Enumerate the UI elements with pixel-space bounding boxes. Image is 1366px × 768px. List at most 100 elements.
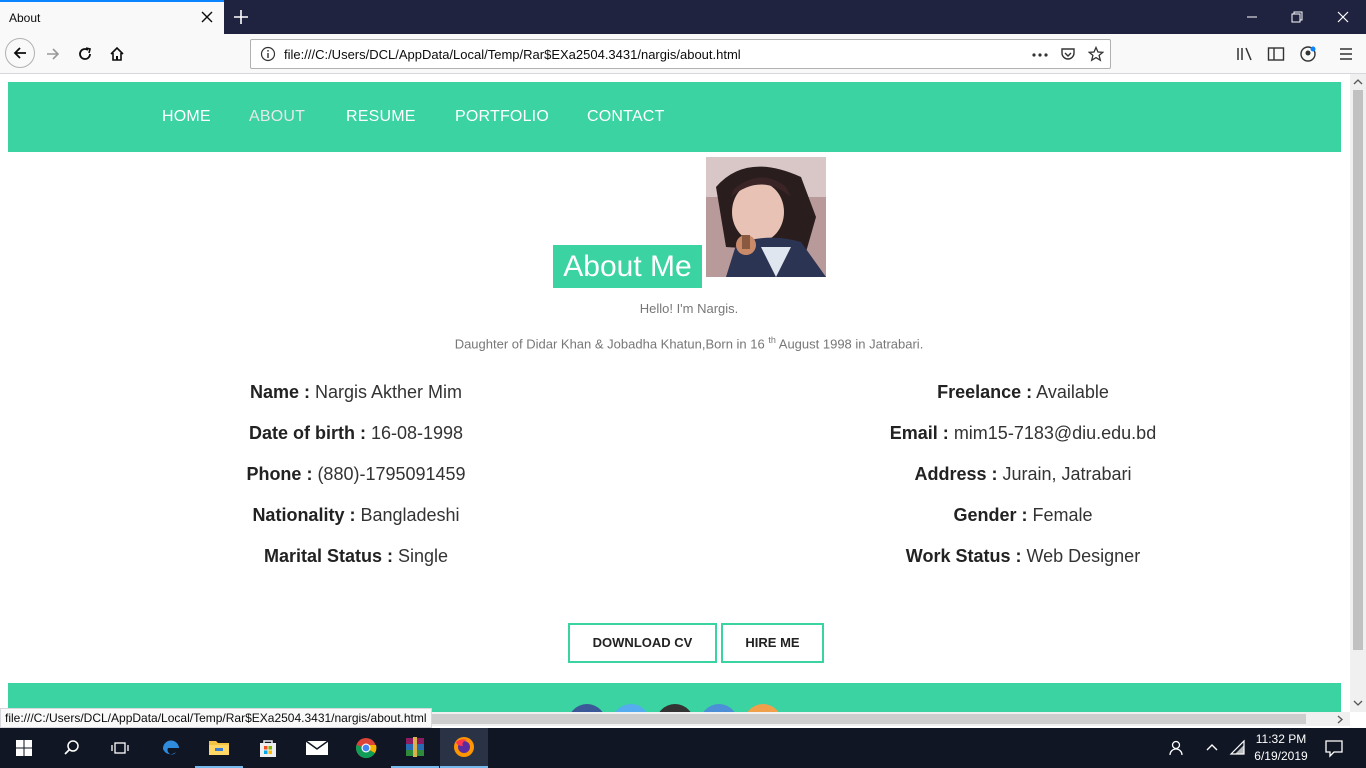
about-title: About Me (553, 245, 702, 288)
info-work-status: Work Status : Web Designer (823, 546, 1223, 567)
nav-about[interactable]: ABOUT (249, 108, 305, 126)
info-icon[interactable] (260, 46, 276, 62)
more-icon[interactable] (1031, 47, 1049, 63)
nav-portfolio[interactable]: PORTFOLIO (455, 108, 549, 126)
site-navbar: HOME ABOUT RESUME PORTFOLIO CONTACT (8, 82, 1341, 152)
horizontal-scrollbar[interactable] (430, 712, 1350, 726)
status-bar-url: file:///C:/Users/DCL/AppData/Local/Temp/… (0, 708, 432, 728)
nav-home[interactable]: HOME (162, 108, 211, 126)
bookmark-star-icon[interactable] (1088, 46, 1104, 62)
firefox-icon[interactable] (440, 728, 488, 768)
reload-icon (79, 47, 91, 60)
restore-icon[interactable] (1289, 9, 1305, 25)
url-text[interactable]: file:///C:/Users/DCL/AppData/Local/Temp/… (284, 47, 741, 62)
menu-icon[interactable] (1338, 46, 1354, 62)
sidebar-icon[interactable] (1267, 46, 1285, 62)
info-value: Available (1032, 382, 1109, 402)
search-icon[interactable] (48, 728, 96, 768)
facebook-icon[interactable] (568, 704, 606, 712)
people-icon[interactable] (1168, 739, 1186, 757)
browser-toolbar: file:///C:/Users/DCL/AppData/Local/Temp/… (0, 34, 1366, 74)
scroll-down-icon[interactable] (1353, 699, 1363, 707)
scroll-right-icon[interactable] (1336, 715, 1344, 724)
info-email: Email : mim15-7183@diu.edu.bd (823, 423, 1223, 444)
nav-resume[interactable]: RESUME (346, 108, 416, 126)
reload-button[interactable] (73, 42, 97, 66)
window-close-icon[interactable] (1335, 9, 1351, 25)
taskbar: 11:32 PM 6/19/2019 (0, 728, 1366, 768)
nav-contact[interactable]: CONTACT (587, 108, 665, 126)
back-button[interactable] (5, 38, 35, 68)
info-phone: Phone : (880)-1795091459 (156, 464, 556, 485)
home-button[interactable] (105, 42, 129, 66)
info-dob: Date of birth : 16-08-1998 (156, 423, 556, 444)
wifi-icon[interactable] (1229, 739, 1247, 757)
chrome-icon[interactable] (342, 728, 390, 768)
info-value: Bangladeshi (355, 505, 460, 525)
info-label: Address : (914, 464, 998, 484)
scroll-up-icon[interactable] (1353, 78, 1363, 86)
github-icon[interactable] (656, 704, 694, 712)
info-marital-status: Marital Status : Single (156, 546, 556, 567)
store-icon[interactable] (244, 728, 292, 768)
info-value: Single (392, 546, 449, 566)
back-icon (13, 47, 26, 59)
bio-text: Daughter of Didar Khan & Jobadha Khatun,… (454, 336, 769, 352)
twitter-icon[interactable] (612, 704, 650, 712)
library-icon[interactable] (1236, 46, 1254, 62)
clock-time[interactable]: 11:32 PM (1248, 732, 1314, 746)
hire-me-button[interactable]: HIRE ME (721, 623, 824, 663)
intro-bio: Daughter of Didar Khan & Jobadha Khatun,… (0, 335, 1350, 351)
notification-icon[interactable] (1324, 738, 1344, 758)
clock-date[interactable]: 6/19/2019 (1248, 749, 1314, 763)
download-cv-button[interactable]: DOWNLOAD CV (568, 623, 717, 663)
info-label: Date of birth : (248, 423, 366, 443)
tab-title: About (9, 11, 41, 25)
start-icon[interactable] (0, 728, 48, 768)
info-nationality: Nationality : Bangladeshi (156, 505, 556, 526)
chevron-up-icon[interactable] (1205, 741, 1219, 753)
rss-icon[interactable] (744, 704, 782, 712)
forward-button[interactable] (41, 42, 65, 66)
tab-bar: About (0, 0, 1366, 34)
close-icon[interactable] (200, 10, 214, 24)
forward-icon (47, 48, 60, 60)
info-label: Work Status : (905, 546, 1022, 566)
info-name: Name : Nargis Akther Mim (156, 382, 556, 403)
profile-photo (706, 157, 826, 277)
minimize-icon[interactable] (1244, 9, 1260, 25)
info-label: Freelance : (937, 382, 1033, 402)
info-address: Address : Jurain, Jatrabari (823, 464, 1223, 485)
url-bar[interactable]: file:///C:/Users/DCL/AppData/Local/Temp/… (250, 39, 1111, 69)
info-value: (880)-1795091459 (312, 464, 466, 484)
info-value: mim15-7183@diu.edu.bd (948, 423, 1157, 443)
info-label: Gender : (953, 505, 1028, 525)
intro-greeting: Hello! I'm Nargis. (639, 301, 739, 316)
info-label: Phone : (246, 464, 313, 484)
info-gender: Gender : Female (823, 505, 1223, 526)
page-viewport: HOME ABOUT RESUME PORTFOLIO CONTACT Abou… (0, 74, 1350, 712)
mail-icon[interactable] (293, 728, 341, 768)
account-icon[interactable] (1299, 45, 1317, 63)
info-label: Email : (889, 423, 949, 443)
plus-icon[interactable] (232, 8, 250, 26)
linkedin-icon[interactable] (700, 704, 738, 712)
info-value: 16-08-1998 (365, 423, 464, 443)
file-explorer-icon[interactable] (195, 728, 243, 768)
vertical-scrollbar[interactable] (1350, 74, 1366, 712)
winrar-icon[interactable] (391, 728, 439, 768)
task-view-icon[interactable] (96, 728, 144, 768)
info-value: Nargis Akther Mim (309, 382, 463, 402)
tab-about[interactable]: About (0, 0, 224, 34)
info-label: Marital Status : (263, 546, 393, 566)
pocket-icon[interactable] (1060, 46, 1076, 62)
info-label: Name : (249, 382, 310, 402)
info-value: Jurain, Jatrabari (997, 464, 1132, 484)
bio-text-end: August 1998 in Jatrabari. (775, 336, 924, 352)
info-value: Female (1027, 505, 1093, 525)
info-label: Nationality : (252, 505, 356, 525)
info-value: Web Designer (1021, 546, 1141, 566)
horizontal-scrollbar-thumb[interactable] (432, 714, 1306, 724)
scrollbar-thumb[interactable] (1353, 90, 1363, 650)
edge-icon[interactable] (147, 728, 195, 768)
